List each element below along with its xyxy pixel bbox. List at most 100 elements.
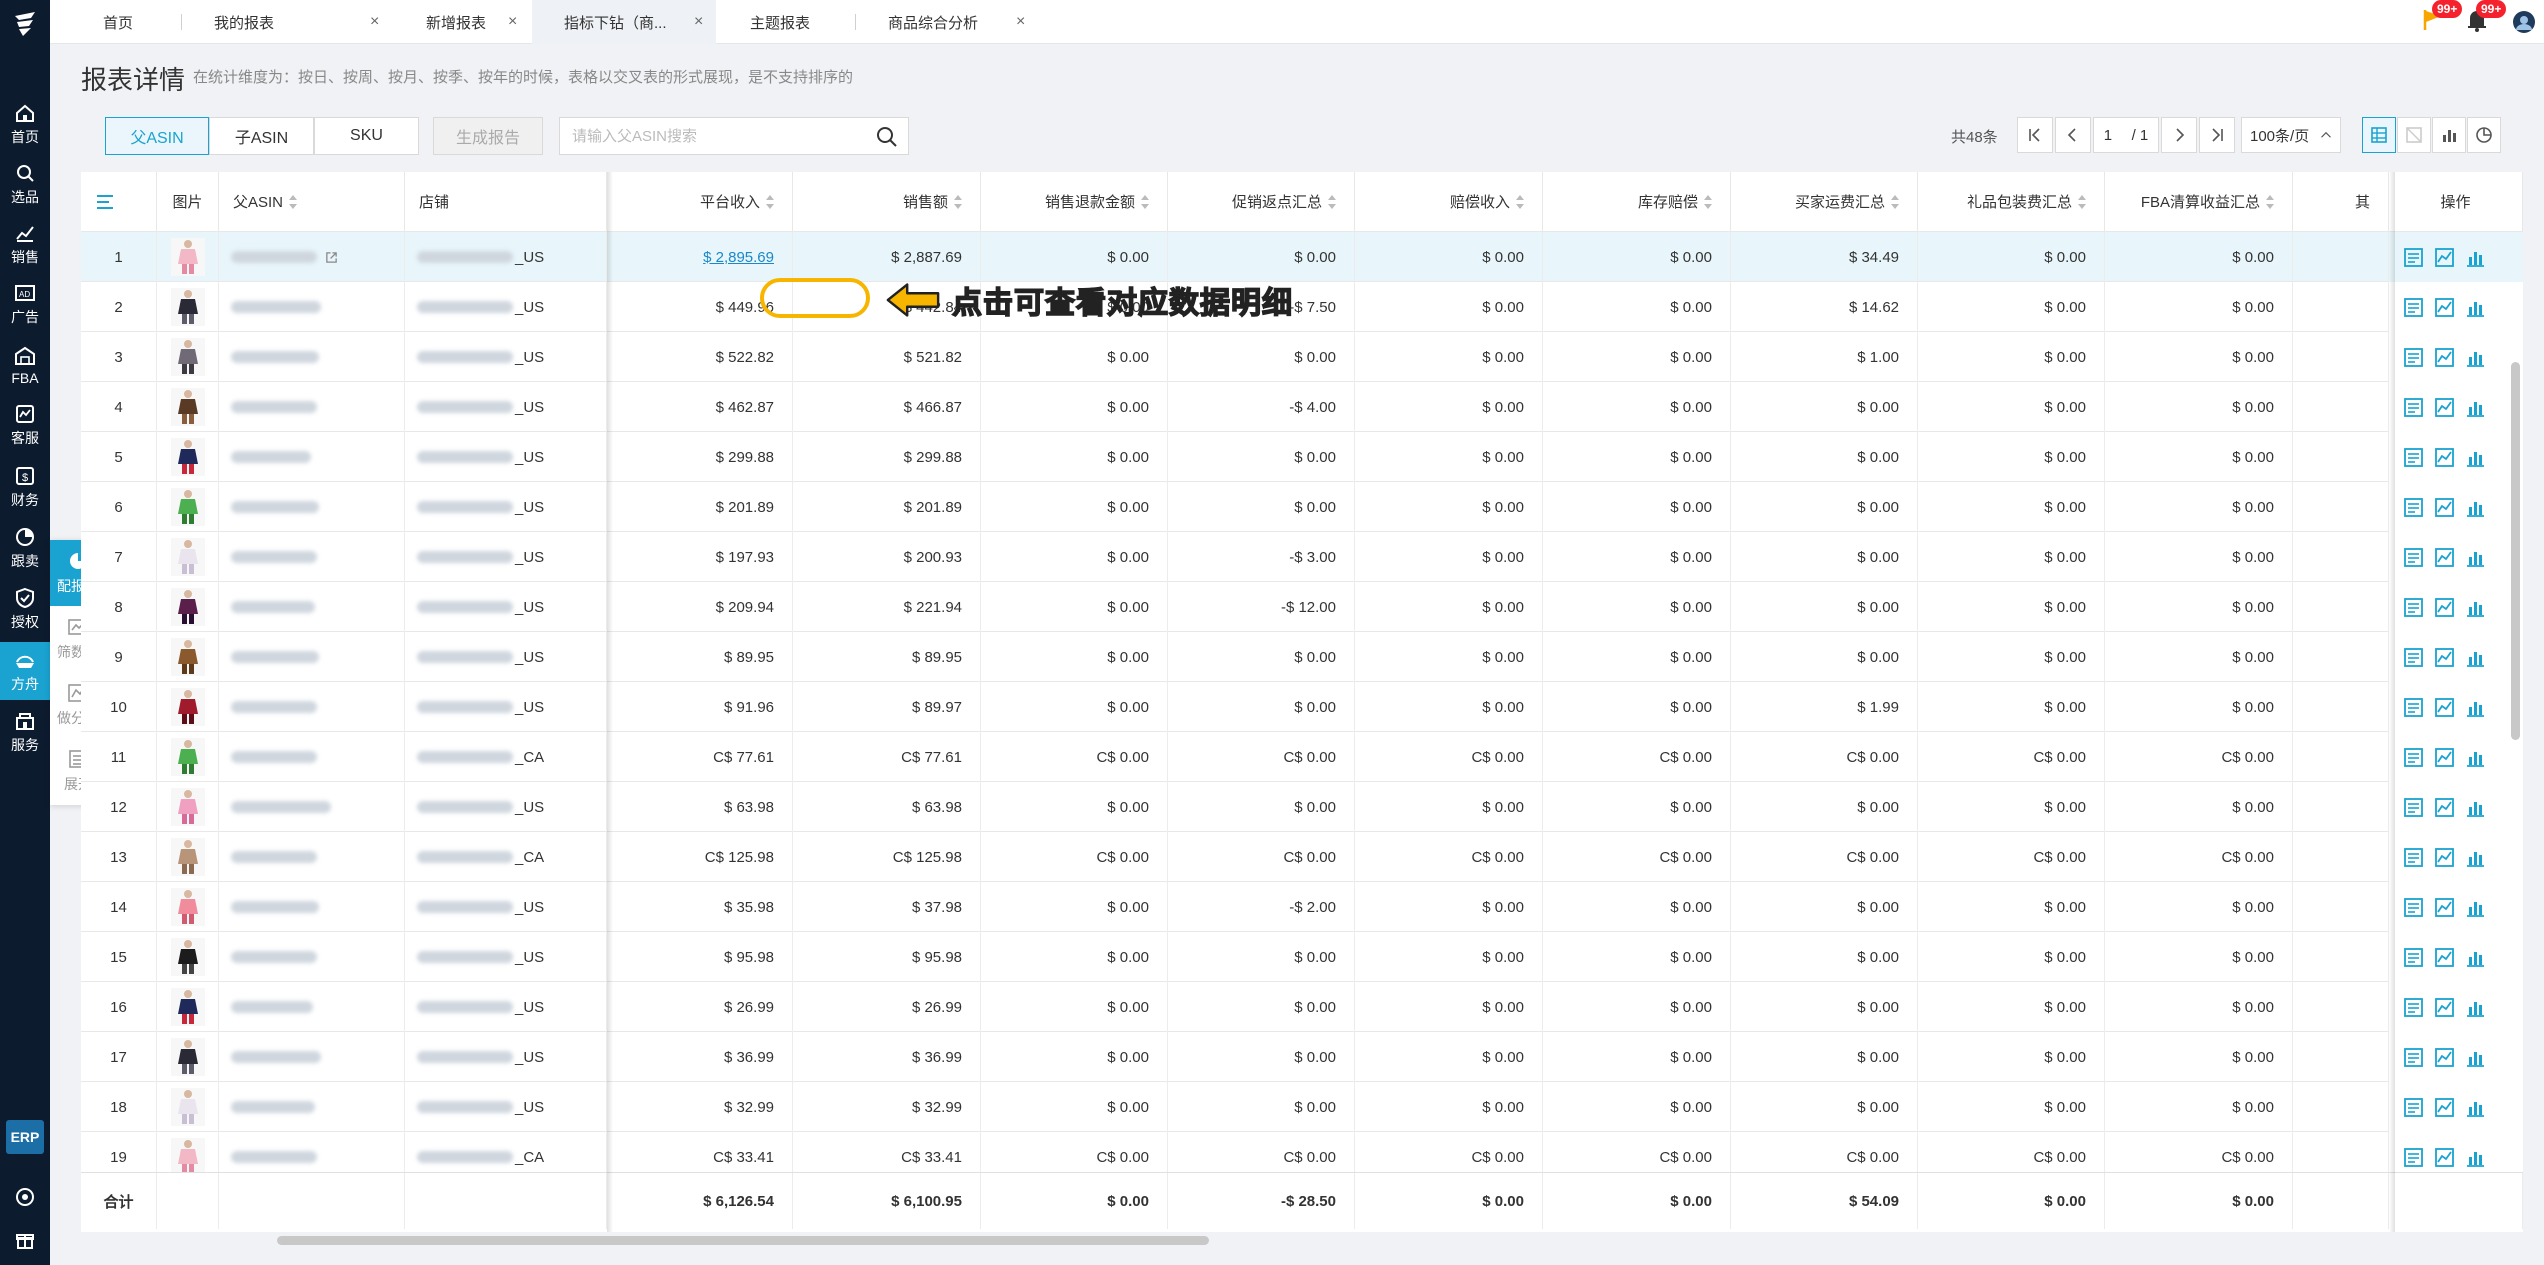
column-header-v6[interactable]: 买家运费汇总 — [1731, 172, 1918, 232]
detail-list-icon[interactable] — [2403, 1097, 2424, 1118]
parent-asin[interactable] — [219, 582, 405, 632]
product-image[interactable] — [157, 232, 219, 282]
column-header-v5[interactable]: 库存赔偿 — [1543, 172, 1731, 232]
trend-chart-icon[interactable] — [2434, 647, 2455, 668]
product-image[interactable] — [157, 332, 219, 382]
sidebar-item-1[interactable]: 首页 — [0, 95, 50, 153]
trend-chart-icon[interactable] — [2434, 1047, 2455, 1068]
crosstab-view-button[interactable] — [2397, 117, 2431, 153]
bar-analysis-icon[interactable] — [2465, 847, 2486, 868]
bar-analysis-icon[interactable] — [2465, 897, 2486, 918]
bar-analysis-icon[interactable] — [2465, 447, 2486, 468]
trend-chart-icon[interactable] — [2434, 947, 2455, 968]
product-image[interactable] — [157, 882, 219, 932]
product-image[interactable] — [157, 282, 219, 332]
detail-list-icon[interactable] — [2403, 947, 2424, 968]
parent-asin[interactable] — [219, 382, 405, 432]
trend-chart-icon[interactable] — [2434, 1147, 2455, 1168]
bar-analysis-icon[interactable] — [2465, 947, 2486, 968]
column-header-v3[interactable]: 促销返点汇总 — [1168, 172, 1355, 232]
tab-1[interactable]: 首页 — [50, 0, 180, 44]
trend-chart-icon[interactable] — [2434, 697, 2455, 718]
detail-list-icon[interactable] — [2403, 797, 2424, 818]
column-header-v2[interactable]: 销售退款金额 — [981, 172, 1168, 232]
help-icon[interactable] — [15, 1187, 35, 1207]
detail-list-icon[interactable] — [2403, 747, 2424, 768]
segment-1[interactable]: 父ASIN — [105, 117, 209, 155]
column-header-v8[interactable]: FBA清算收益汇总 — [2105, 172, 2293, 232]
page-size-select[interactable]: 100条/页 — [2241, 117, 2341, 153]
trend-chart-icon[interactable] — [2434, 247, 2455, 268]
detail-list-icon[interactable] — [2403, 447, 2424, 468]
column-header-v0[interactable]: 平台收入 — [607, 172, 793, 232]
trend-chart-icon[interactable] — [2434, 747, 2455, 768]
parent-asin[interactable] — [219, 332, 405, 382]
bar-analysis-icon[interactable] — [2465, 497, 2486, 518]
trend-chart-icon[interactable] — [2434, 797, 2455, 818]
trend-chart-icon[interactable] — [2434, 447, 2455, 468]
product-image[interactable] — [157, 982, 219, 1032]
parent-asin[interactable] — [219, 832, 405, 882]
column-header-v7[interactable]: 礼品包装费汇总 — [1918, 172, 2105, 232]
detail-list-icon[interactable] — [2403, 897, 2424, 918]
trend-chart-icon[interactable] — [2434, 897, 2455, 918]
sort-icon[interactable] — [1516, 194, 1524, 209]
sidebar-item-5[interactable]: FBA — [0, 336, 50, 394]
bar-analysis-icon[interactable] — [2465, 347, 2486, 368]
drilldown-link[interactable]: $ 2,895.69 — [703, 249, 774, 266]
bar-analysis-icon[interactable] — [2465, 1097, 2486, 1118]
column-header-asin[interactable]: 父ASIN — [219, 172, 405, 232]
parent-asin[interactable] — [219, 932, 405, 982]
tab-3[interactable]: 新增报表 × — [394, 0, 530, 44]
bar-analysis-icon[interactable] — [2465, 397, 2486, 418]
segment-2[interactable]: 子ASIN — [209, 117, 314, 155]
detail-list-icon[interactable] — [2403, 497, 2424, 518]
detail-list-icon[interactable] — [2403, 297, 2424, 318]
close-icon[interactable]: × — [508, 13, 517, 31]
parent-asin[interactable] — [219, 282, 405, 332]
detail-list-icon[interactable] — [2403, 247, 2424, 268]
pie-chart-view-button[interactable] — [2467, 117, 2501, 153]
bar-analysis-icon[interactable] — [2465, 997, 2486, 1018]
detail-list-icon[interactable] — [2403, 347, 2424, 368]
page-input[interactable]: 1 / 1 — [2093, 117, 2159, 153]
product-image[interactable] — [157, 1032, 219, 1082]
tab-5[interactable]: 主题报表 — [718, 0, 854, 44]
trend-chart-icon[interactable] — [2434, 547, 2455, 568]
sort-icon[interactable] — [766, 194, 774, 209]
product-image[interactable] — [157, 932, 219, 982]
first-page-button[interactable] — [2017, 117, 2053, 153]
flag-notification[interactable]: 99+ — [2416, 0, 2463, 44]
product-image[interactable] — [157, 832, 219, 882]
parent-asin[interactable] — [219, 482, 405, 532]
detail-list-icon[interactable] — [2403, 547, 2424, 568]
close-icon[interactable]: × — [370, 13, 379, 31]
gift-icon[interactable] — [15, 1230, 35, 1250]
sidebar-item-10[interactable]: 方舟 — [0, 642, 50, 700]
parent-asin[interactable] — [219, 532, 405, 582]
sort-icon[interactable] — [1891, 194, 1899, 209]
horizontal-scrollbar[interactable] — [277, 1236, 1209, 1245]
bar-chart-view-button[interactable] — [2432, 117, 2466, 153]
tab-4[interactable]: 指标下钻（商... × — [532, 0, 716, 44]
detail-list-icon[interactable] — [2403, 1147, 2424, 1168]
prev-page-button[interactable] — [2055, 117, 2091, 153]
parent-asin[interactable] — [219, 1032, 405, 1082]
bar-analysis-icon[interactable] — [2465, 797, 2486, 818]
last-page-button[interactable] — [2199, 117, 2235, 153]
sort-icon[interactable] — [2266, 194, 2274, 209]
bar-analysis-icon[interactable] — [2465, 697, 2486, 718]
search-icon[interactable] — [876, 126, 898, 148]
sidebar-item-7[interactable]: $ 财务 — [0, 458, 50, 516]
bar-analysis-icon[interactable] — [2465, 747, 2486, 768]
app-logo[interactable] — [0, 0, 50, 48]
parent-asin[interactable] — [219, 232, 405, 282]
sidebar-item-4[interactable]: AD 广告 — [0, 275, 50, 333]
sidebar-item-6[interactable]: 客服 — [0, 396, 50, 454]
parent-asin[interactable] — [219, 632, 405, 682]
product-image[interactable] — [157, 582, 219, 632]
close-icon[interactable]: × — [694, 13, 703, 31]
user-avatar[interactable] — [2510, 0, 2540, 44]
bar-analysis-icon[interactable] — [2465, 547, 2486, 568]
trend-chart-icon[interactable] — [2434, 347, 2455, 368]
